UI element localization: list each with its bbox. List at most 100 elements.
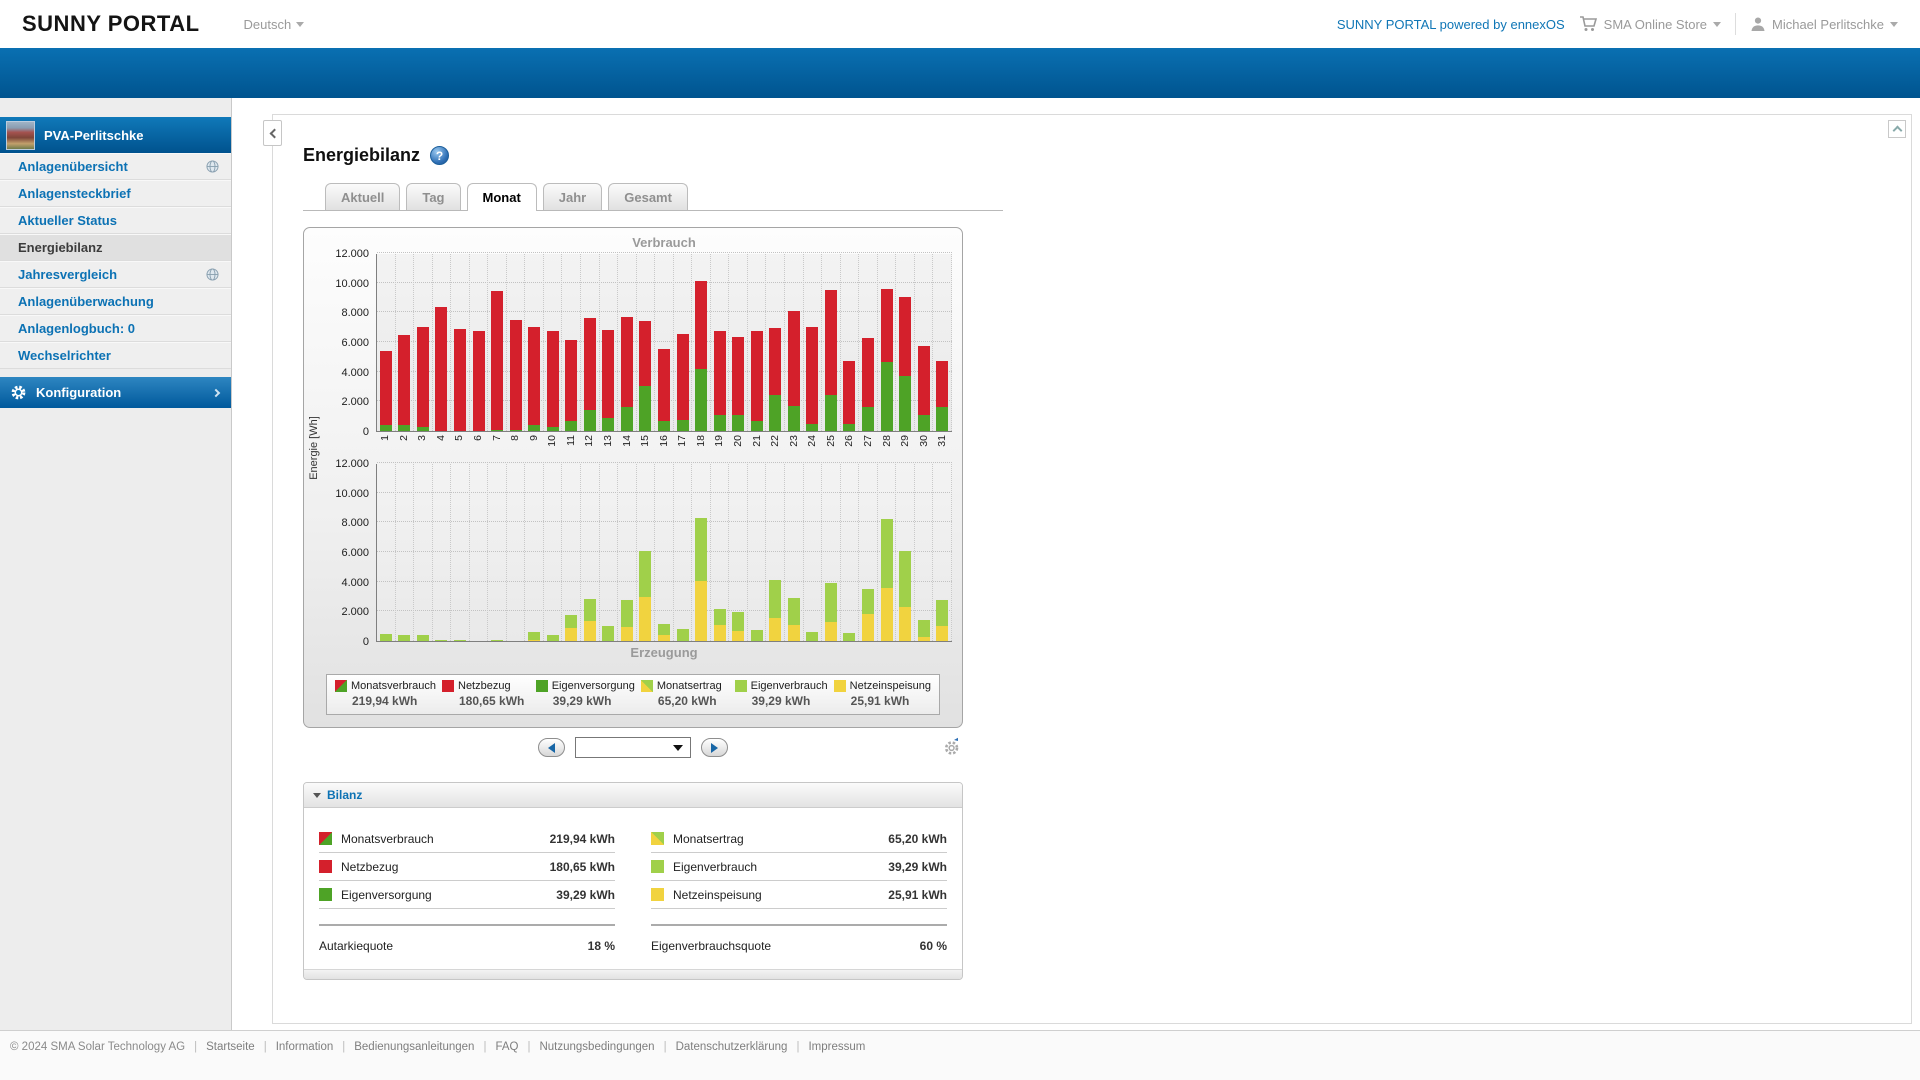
bar-netzbezug-day-26 [843, 361, 856, 424]
bar-netzbezug-day-5 [453, 329, 466, 431]
bar-netzbezug-day-7 [491, 291, 504, 430]
plant-header[interactable]: PVA-Perlitschke [0, 117, 231, 153]
footer-link-startseite[interactable]: Startseite [206, 1041, 255, 1053]
stacked-bar-day-11 [565, 340, 578, 431]
tab-aktuell[interactable]: Aktuell [325, 183, 401, 210]
bar-slot-day-6 [470, 254, 489, 431]
bar-slot-day-10 [544, 254, 563, 431]
footer-separator: | [483, 1041, 487, 1053]
bar-netzbezug-day-16 [657, 349, 670, 421]
y-axis-1: 12.000 10.000 8.000 6.000 4.000 2.000 0 [324, 458, 376, 648]
chevron-down-icon [296, 21, 305, 27]
bar-slot-day-19 [711, 464, 730, 641]
cart-icon [1579, 16, 1597, 31]
x-tick-day-12: 12 [583, 435, 596, 447]
bar-slot-day-7 [488, 464, 507, 641]
sidebar-item-anlagen-bersicht[interactable]: Anlagenübersicht [0, 153, 231, 180]
tab-monat[interactable]: Monat [466, 183, 537, 211]
bar-netzeinspeisung-day-25 [824, 622, 837, 641]
sidebar-item-aktueller-status[interactable]: Aktueller Status [0, 207, 231, 234]
stacked-bar-day-14 [620, 317, 633, 431]
sidebar-collapse-button[interactable] [263, 120, 282, 146]
legend-name: Netzbezug [458, 680, 511, 692]
online-store-menu[interactable]: SMA Online Store [1579, 16, 1721, 32]
footer-separator: | [342, 1041, 346, 1053]
sidebar-item-wechselrichter[interactable]: Wechselrichter [0, 342, 231, 369]
x-tick-day-22: 22 [769, 435, 782, 447]
stacked-bar-day-23 [787, 598, 800, 641]
chevron-down-icon [1713, 21, 1721, 27]
bar-netzeinspeisung-day-16 [657, 635, 670, 641]
bar-eigenverbrauch-day-12 [583, 599, 596, 621]
scroll-top-button[interactable] [1888, 120, 1906, 138]
bar-slot-day-31 [933, 254, 952, 431]
bar-slot-day-25 [822, 464, 841, 641]
globe-icon [206, 268, 219, 281]
bar-netzbezug-day-1 [379, 351, 392, 425]
footer-link-impressum[interactable]: Impressum [808, 1041, 865, 1053]
footer-link-faq[interactable]: FAQ [495, 1041, 518, 1053]
bilanz-title: Bilanz [327, 788, 363, 802]
bilanz-body: Monatsverbrauch 219,94 kWh Netzbezug 180,65… [304, 808, 962, 969]
bar-netzeinspeisung-day-23 [787, 625, 800, 641]
legend-item-monatsertrag: Monatsertrag 65,20 kWh [640, 680, 729, 708]
tab-jahr[interactable]: Jahr [542, 183, 603, 210]
bar-eigenverbrauch-day-9 [528, 632, 541, 640]
bar-netzbezug-day-12 [583, 318, 596, 410]
bar-slot-day-17 [674, 254, 693, 431]
next-period-button[interactable] [701, 738, 729, 757]
bar-netzbezug-day-30 [917, 346, 930, 415]
user-menu[interactable]: Michael Perlitschke [1750, 16, 1898, 32]
footer-link-information[interactable]: Information [276, 1041, 334, 1053]
legend-swatch-lightgreen [734, 680, 747, 692]
help-icon[interactable]: ? [430, 146, 450, 165]
tab-gesamt[interactable]: Gesamt [608, 183, 688, 210]
language-selector[interactable]: Deutsch [244, 17, 305, 32]
chart-settings-icon[interactable] [943, 737, 961, 757]
footer-link-nutzungsbedingungen[interactable]: Nutzungsbedingungen [539, 1041, 654, 1053]
sidebar-item-jahresvergleich[interactable]: Jahresvergleich [0, 261, 231, 288]
bar-slot-day-15 [637, 254, 656, 431]
chart-legend: Monatsverbrauch 219,94 kWh Netzbezug 180,65… [326, 674, 940, 715]
bilanz-header[interactable]: Bilanz [304, 783, 962, 808]
bar-eigenverbrauch-day-18 [695, 518, 708, 581]
user-name: Michael Perlitschke [1772, 16, 1884, 32]
stacked-bar-day-10 [546, 331, 559, 431]
bar-eigenversorgung-day-2 [398, 425, 411, 431]
stacked-bar-day-11 [565, 615, 578, 641]
consumption-plot [376, 252, 952, 432]
period-select[interactable] [575, 737, 691, 758]
bar-slot-day-13 [600, 464, 619, 641]
bar-netzbezug-day-10 [546, 331, 559, 427]
previous-period-button[interactable] [537, 738, 565, 757]
bar-slot-day-2 [396, 254, 415, 431]
stacked-bar-day-27 [861, 589, 874, 641]
footer-link-bedienungsanleitungen[interactable]: Bedienungsanleitungen [354, 1041, 474, 1053]
bar-netzbezug-day-27 [861, 338, 874, 407]
bar-netzbezug-day-8 [509, 320, 522, 430]
bar-slot-day-13 [600, 254, 619, 431]
sidebar-item-anlagen-berwachung[interactable]: Anlagenüberwachung [0, 288, 231, 315]
sidebar-item-anlagenlogbuch-0[interactable]: Anlagenlogbuch: 0 [0, 315, 231, 342]
bilanz-row-monatsverbrauch: Monatsverbrauch 219,94 kWh [319, 825, 615, 853]
x-tick-day-13: 13 [601, 435, 614, 447]
stacked-bar-day-15 [639, 551, 652, 641]
bar-netzbezug-day-23 [787, 311, 800, 406]
bilanz-row-value: 39,29 kWh [556, 887, 615, 902]
bar-eigenverbrauch-day-15 [639, 551, 652, 597]
bar-slot-day-15 [637, 464, 656, 641]
bilanz-row-label: Netzeinspeisung [673, 887, 762, 902]
bar-slot-day-25 [822, 254, 841, 431]
bar-slot-day-31 [933, 464, 952, 641]
triangle-right-icon [711, 742, 719, 753]
sidebar-item-konfiguration[interactable]: Konfiguration [0, 377, 231, 408]
stacked-bar-day-18 [695, 518, 708, 641]
y-tick-label: 2.000 [341, 396, 369, 409]
footer-link-datenschutzerklärung[interactable]: Datenschutzerklärung [676, 1041, 788, 1053]
sidebar-item-energiebilanz[interactable]: Energiebilanz [0, 234, 231, 261]
powered-by-link[interactable]: SUNNY PORTAL powered by ennexOS [1337, 17, 1565, 32]
stacked-bar-day-21 [750, 630, 763, 641]
sidebar-item-anlagensteckbrief[interactable]: Anlagensteckbrief [0, 180, 231, 207]
bar-slot-day-1 [377, 254, 396, 431]
tab-tag[interactable]: Tag [406, 183, 461, 210]
